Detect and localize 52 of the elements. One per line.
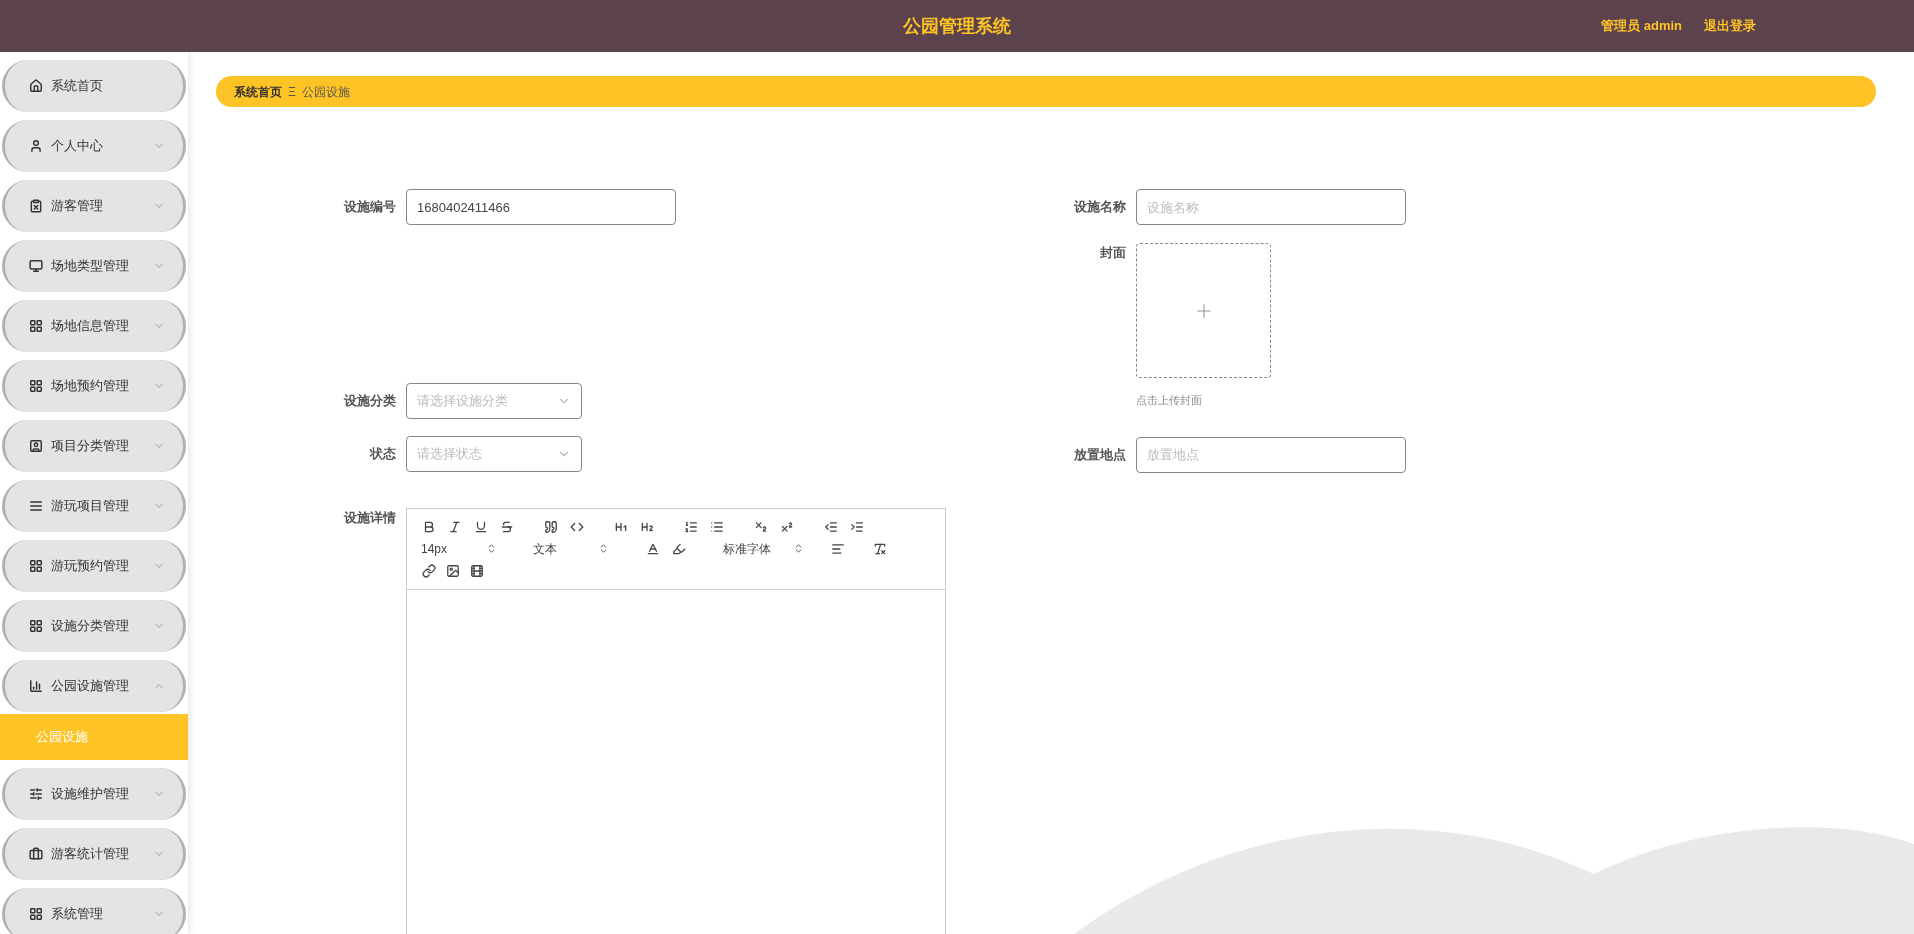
text-input[interactable]: 1680402411466: [406, 189, 676, 225]
grid-icon: [29, 379, 43, 393]
sidebar-item[interactable]: 项目分类管理: [2, 420, 186, 472]
field-label: 状态: [368, 445, 397, 464]
grid-icon: [29, 319, 43, 333]
text-input[interactable]: 放置地点: [1136, 436, 1406, 473]
field-label: 设施编号: [343, 198, 397, 217]
app-title: 公园管理系统: [903, 14, 1011, 38]
sidebar-item[interactable]: 设施维护管理: [2, 768, 186, 820]
toolbar-picker[interactable]: 14px: [419, 539, 499, 558]
field-label: 封面: [1099, 244, 1127, 262]
grid-icon: [29, 559, 43, 573]
clipboard-icon: [29, 199, 43, 213]
field-label: 设施详情: [343, 508, 397, 527]
user-icon: [29, 439, 43, 453]
toolbar-picker[interactable]: 文本: [531, 539, 611, 558]
grid-icon: [29, 619, 43, 633]
sidebar-item[interactable]: 系统首页: [2, 60, 186, 112]
user-icon: [29, 139, 43, 153]
sidebar-item[interactable]: 场地预约管理: [2, 360, 186, 412]
home-icon: [29, 79, 43, 93]
breadcrumb-link[interactable]: 系统首页: [234, 82, 282, 101]
up-down-arrows-icon: [793, 543, 804, 554]
user-name: 管理员 admin: [1601, 17, 1682, 36]
monitor-icon: [29, 259, 43, 273]
toolbar-picker[interactable]: 标准字体: [721, 539, 806, 558]
field-label: 设施名称: [1073, 198, 1127, 217]
bar-chart-icon: [29, 679, 43, 693]
sidebar-item[interactable]: 场地信息管理: [2, 300, 186, 352]
sidebar-item[interactable]: 设施分类管理: [2, 600, 186, 652]
up-down-arrows-icon: [486, 543, 497, 554]
sidebar-item[interactable]: 场地类型管理: [2, 240, 186, 292]
field-label: 设施分类: [343, 392, 397, 411]
sidebar-item[interactable]: 公园设施管理: [2, 660, 186, 712]
sidebar-item[interactable]: 游客管理: [2, 180, 186, 232]
sidebar-item[interactable]: 系统管理: [2, 888, 186, 934]
breadcrumb-current: 公园设施: [301, 83, 350, 101]
sidebar-item[interactable]: 游玩项目管理: [2, 480, 186, 532]
field-label: 放置地点: [1073, 445, 1127, 464]
sidebar-item[interactable]: 个人中心: [2, 120, 186, 172]
list-icon: [29, 499, 43, 513]
briefcase-icon: [29, 847, 43, 861]
upload-hint: 点击上传封面: [1136, 393, 1203, 408]
text-input[interactable]: 设施名称: [1136, 189, 1406, 225]
sidebar-item[interactable]: 游客统计管理: [2, 828, 186, 880]
breadcrumb-separator: Ξ: [288, 83, 296, 101]
sliders-icon: [29, 787, 43, 801]
logout-link[interactable]: 退出登录: [1704, 16, 1756, 36]
up-down-arrows-icon: [598, 543, 609, 554]
sidebar-item[interactable]: 游玩预约管理: [2, 540, 186, 592]
grid-icon: [29, 907, 43, 921]
rich-text-editor[interactable]: 14px 文本 标准字体: [406, 507, 946, 934]
